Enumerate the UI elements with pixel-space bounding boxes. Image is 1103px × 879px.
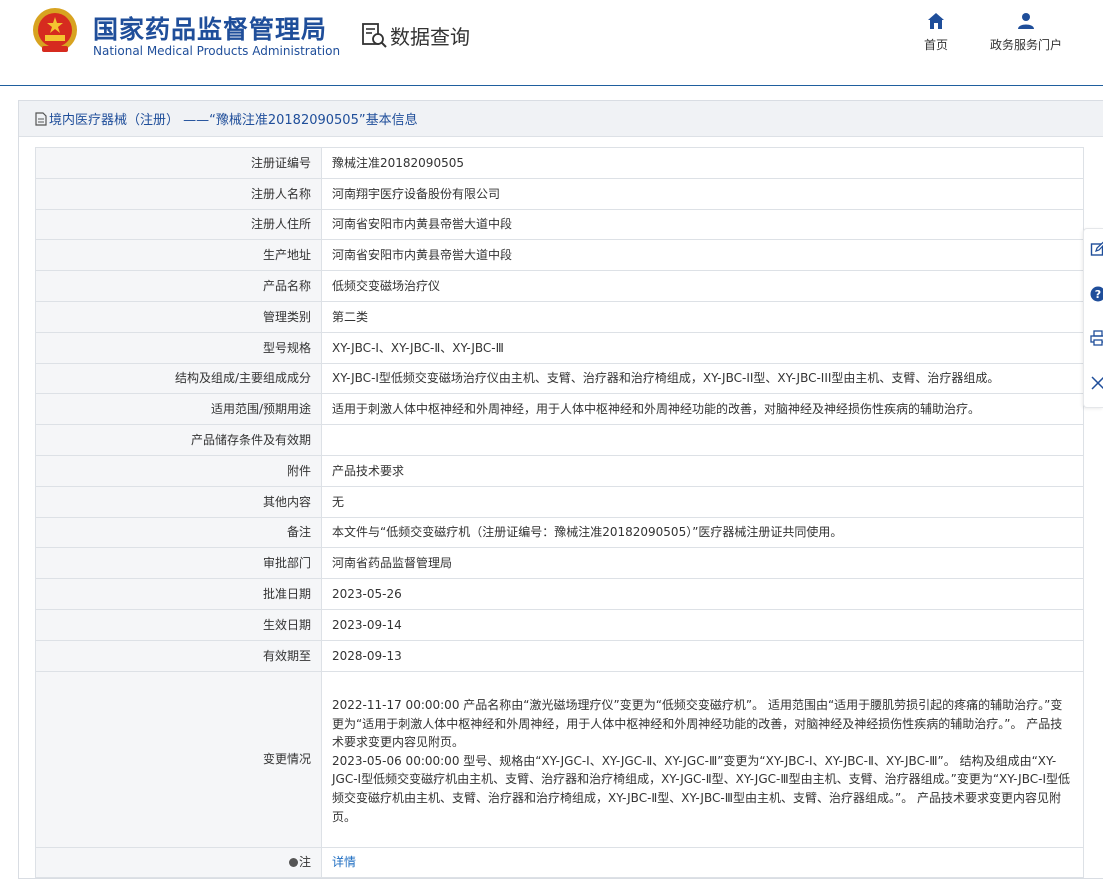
table-row: 附件 产品技术要求 [35, 454, 1084, 487]
close-icon[interactable] [1090, 375, 1103, 391]
table-row: 批准日期 2023-05-26 [35, 578, 1084, 610]
note-row: 注 详情 [35, 846, 1084, 879]
change-row: 变更情况 2022-11-17 00:00:00 产品名称由“激光磁场理疗仪”变… [35, 670, 1084, 848]
row-label: 生产地址 [35, 239, 322, 272]
row-value: 河南省药品监督管理局 [321, 547, 1084, 580]
row-label: 有效期至 [35, 639, 322, 672]
row-value [321, 424, 1084, 456]
row-label: 注册证编号 [35, 147, 322, 179]
info-table: 注册证编号 豫械注准20182090505 注册人名称 河南翔宇医疗设备股份有限公司… [35, 147, 1084, 879]
table-row: 有效期至 2028-09-13 [35, 639, 1084, 672]
row-label: 其他内容 [35, 485, 322, 518]
change-value: 2022-11-17 00:00:00 产品名称由“激光磁场理疗仪”变更为“低频… [321, 670, 1084, 848]
table-row: 其他内容无 [35, 485, 1084, 518]
row-label: 生效日期 [35, 608, 322, 641]
row-value: 无 [321, 485, 1084, 518]
brand-name-en: National Medical Products Administration [93, 44, 341, 58]
row-value: XY-JBC-Ⅰ、XY-JBC-Ⅱ、XY-JBC-Ⅲ [321, 331, 1084, 364]
table-row: 审批部门 河南省药品监督管理局 [35, 547, 1084, 580]
row-label: 适用范围/预期用途 [35, 393, 322, 426]
row-label: 管理类别 [35, 300, 322, 333]
site-header: 国家药品监督管理局 National Medical Products Admi… [0, 0, 1103, 86]
home-icon [928, 13, 944, 29]
panel-title: 境内医疗器械（注册） ——“豫械注准20182090505”基本信息 [49, 113, 418, 128]
nav-portal-link[interactable]: 政务服务门户 [984, 12, 1068, 53]
table-row: 生产地址 河南省安阳市内黄县帝喾大道中段 [35, 239, 1084, 272]
row-label: 产品名称 [35, 270, 322, 302]
row-value: 河南省安阳市内黄县帝喾大道中段 [321, 208, 1084, 241]
data-query-label: 数据查询 [390, 24, 470, 49]
national-emblem-icon [33, 8, 77, 52]
details-link[interactable]: 详情 [332, 855, 356, 869]
change-label: 变更情况 [35, 670, 322, 848]
row-value: 本文件与“低频交变磁疗机（注册证编号：豫械注准20182090505）”医疗器械… [321, 516, 1084, 549]
help-icon[interactable]: ? [1090, 286, 1103, 302]
brand-name-cn: 国家药品监督管理局 [93, 15, 328, 44]
row-value: 产品技术要求 [321, 454, 1084, 487]
row-value: 2023-05-26 [321, 578, 1084, 610]
table-row: 适用范围/预期用途 适用于刺激人体中枢神经和外周神经，用于人体中枢神经和外周神经功… [35, 393, 1084, 426]
row-value: 第二类 [321, 300, 1084, 333]
data-query-heading: 数据查询 [360, 20, 470, 50]
table-row: 型号规格 XY-JBC-Ⅰ、XY-JBC-Ⅱ、XY-JBC-Ⅲ [35, 331, 1084, 364]
row-label: 附件 [35, 454, 322, 487]
row-value: 河南翔宇医疗设备股份有限公司 [321, 177, 1084, 210]
table-row: 备注 本文件与“低频交变磁疗机（注册证编号：豫械注准20182090505）”医疗… [35, 516, 1084, 549]
nav-home-label: 首页 [923, 38, 948, 52]
row-label: 型号规格 [35, 331, 322, 364]
nav-home-link[interactable]: 首页 [918, 12, 954, 53]
change-entry: 2022-11-17 00:00:00 产品名称由“激光磁场理疗仪”变更为“低频… [332, 697, 1063, 750]
row-label: 注册人住所 [35, 208, 322, 241]
panel-header: 境内医疗器械（注册） ——“豫械注准20182090505”基本信息 [19, 101, 1103, 137]
document-search-icon [362, 23, 387, 48]
table-row: 注册证编号 豫械注准20182090505 [35, 147, 1084, 179]
note-value: 详情 [321, 846, 1084, 879]
side-toolbar: ? [1083, 228, 1103, 408]
change-entry: 2023-05-06 00:00:00 型号、规格由“XY-JGC-Ⅰ、XY-J… [332, 753, 1070, 824]
bullet-icon [288, 857, 298, 867]
row-value: 适用于刺激人体中枢神经和外周神经，用于人体中枢神经和外周神经功能的改善，对脑神经… [321, 393, 1084, 426]
svg-text:?: ? [1095, 288, 1101, 301]
row-label: 注册人名称 [35, 177, 322, 210]
note-label-cell: 注 [35, 846, 322, 879]
edit-icon[interactable] [1090, 241, 1103, 257]
user-icon [1018, 13, 1034, 29]
row-value: 2023-09-14 [321, 608, 1084, 641]
row-label: 产品储存条件及有效期 [35, 424, 322, 456]
print-icon[interactable] [1090, 330, 1103, 346]
row-value: 低频交变磁场治疗仪 [321, 270, 1084, 302]
detail-panel: 境内医疗器械（注册） ——“豫械注准20182090505”基本信息 注册证编号… [18, 100, 1103, 879]
table-row: 注册人名称 河南翔宇医疗设备股份有限公司 [35, 177, 1084, 210]
row-label: 结构及组成/主要组成成分 [35, 362, 322, 395]
document-icon [35, 111, 47, 126]
row-value: 豫械注准20182090505 [321, 147, 1084, 179]
row-label: 审批部门 [35, 547, 322, 580]
table-row: 结构及组成/主要组成成分 XY-JBC-I型低频交变磁场治疗仪由主机、支臂、治疗器… [35, 362, 1084, 395]
row-value: 2028-09-13 [321, 639, 1084, 672]
row-label: 备注 [35, 516, 322, 549]
table-row: 注册人住所 河南省安阳市内黄县帝喾大道中段 [35, 208, 1084, 241]
nav-portal-label: 政务服务门户 [989, 38, 1062, 52]
table-row: 产品名称 低频交变磁场治疗仪 [35, 270, 1084, 302]
row-value: 河南省安阳市内黄县帝喾大道中段 [321, 239, 1084, 272]
row-label: 批准日期 [35, 578, 322, 610]
row-value: XY-JBC-I型低频交变磁场治疗仪由主机、支臂、治疗器和治疗椅组成，XY-JB… [321, 362, 1084, 395]
note-label: 注 [298, 855, 311, 870]
table-row: 产品储存条件及有效期 [35, 424, 1084, 456]
table-row: 生效日期 2023-09-14 [35, 608, 1084, 641]
table-row: 管理类别 第二类 [35, 300, 1084, 333]
